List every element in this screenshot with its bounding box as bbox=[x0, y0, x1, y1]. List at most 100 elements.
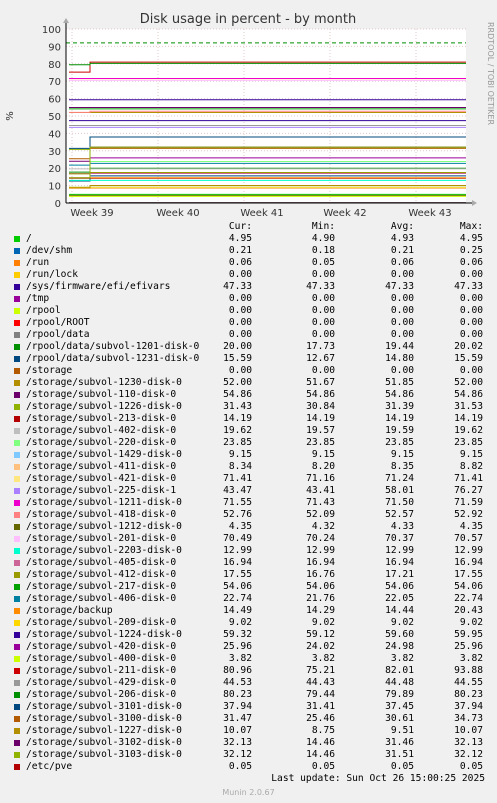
legend-swatch bbox=[14, 716, 20, 722]
legend-max-value: 47.33 bbox=[454, 281, 483, 292]
legend-swatch bbox=[14, 668, 20, 674]
legend-cur-value: 9.02 bbox=[228, 617, 252, 628]
legend-swatch bbox=[14, 500, 20, 506]
legend-min-value: 43.41 bbox=[306, 485, 335, 496]
legend-avg-value: 31.51 bbox=[385, 749, 414, 760]
legend-header: Cur: Min: Avg: Max: bbox=[10, 221, 490, 233]
legend-row: /storage/subvol-420-disk-0 25.96 24.02 24.9… bbox=[10, 641, 490, 653]
legend-series-name: /storage/subvol-1212-disk-0 bbox=[26, 521, 182, 532]
legend-row: /storage/subvol-206-disk-0 80.23 79.44 79.8… bbox=[10, 689, 490, 701]
legend-max-value: 20.02 bbox=[454, 341, 483, 352]
legend-series-name: /storage/subvol-1211-disk-0 bbox=[26, 497, 182, 508]
legend-cur-value: 32.12 bbox=[223, 749, 252, 760]
legend-avg-value: 44.48 bbox=[385, 677, 414, 688]
legend-avg-value: 24.98 bbox=[385, 641, 414, 652]
legend-swatch bbox=[14, 464, 20, 470]
legend-swatch bbox=[14, 752, 20, 758]
legend-cur-value: 15.59 bbox=[223, 353, 252, 364]
legend-min-value: 54.86 bbox=[306, 389, 335, 400]
legend-min-value: 16.76 bbox=[306, 569, 335, 580]
legend-cur-value: 71.55 bbox=[223, 497, 252, 508]
legend-swatch bbox=[14, 248, 20, 254]
legend-avg-value: 9.15 bbox=[390, 449, 414, 460]
legend-series-name: /etc/pve bbox=[26, 761, 73, 772]
legend-row: / 4.95 4.90 4.93 4.95 bbox=[10, 233, 490, 245]
legend-series-name: /storage/subvol-1224-disk-0 bbox=[26, 629, 182, 640]
legend-min-value: 0.05 bbox=[311, 761, 335, 772]
legend-min-value: 8.75 bbox=[311, 725, 335, 736]
legend-row: /storage/subvol-1212-disk-0 4.35 4.32 4.33 4… bbox=[10, 521, 490, 533]
legend-series-name: /storage/subvol-411-disk-0 bbox=[26, 461, 177, 472]
legend-max-value: 8.82 bbox=[459, 461, 483, 472]
legend-swatch bbox=[14, 704, 20, 710]
legend-row: /storage/subvol-2203-disk-0 12.99 12.99 12.… bbox=[10, 545, 490, 557]
legend-cur-value: 9.15 bbox=[228, 449, 252, 460]
legend-series-name: /storage/subvol-420-disk-0 bbox=[26, 641, 177, 652]
legend-row: /storage/subvol-110-disk-0 54.86 54.86 54.8… bbox=[10, 389, 490, 401]
legend-min-value: 14.29 bbox=[306, 605, 335, 616]
legend-min-value: 30.84 bbox=[306, 401, 335, 412]
legend-min-value: 70.24 bbox=[306, 533, 335, 544]
last-update: Last update: Sun Oct 26 15:00:25 2025 bbox=[271, 773, 485, 784]
legend-swatch bbox=[14, 656, 20, 662]
y-tick-label: 30 bbox=[48, 147, 61, 158]
legend-row: /storage/subvol-406-disk-0 22.74 21.76 22.0… bbox=[10, 593, 490, 605]
legend-max-value: 19.62 bbox=[454, 425, 483, 436]
legend-swatch bbox=[14, 548, 20, 554]
legend-swatch bbox=[14, 416, 20, 422]
legend-series-name: /rpool/data/subvol-1201-disk-0 bbox=[26, 341, 200, 352]
legend-swatch bbox=[14, 344, 20, 350]
legend-series-name: /rpool/ROOT bbox=[26, 317, 90, 328]
legend-min-value: 14.19 bbox=[306, 413, 335, 424]
legend-row: /storage/subvol-1227-disk-0 10.07 8.75 9.51… bbox=[10, 725, 490, 737]
legend-cur-value: 31.43 bbox=[223, 401, 252, 412]
legend-row: /storage/subvol-225-disk-1 43.47 43.41 58.0… bbox=[10, 485, 490, 497]
legend-row: /storage/subvol-405-disk-0 16.94 16.94 16.9… bbox=[10, 557, 490, 569]
legend-cur-value: 80.96 bbox=[223, 665, 252, 676]
legend-swatch bbox=[14, 488, 20, 494]
legend-cur-value: 0.00 bbox=[228, 293, 252, 304]
legend-cur-value: 4.35 bbox=[228, 521, 252, 532]
legend-series-name: /storage/subvol-201-disk-0 bbox=[26, 533, 177, 544]
y-tick-label: 10 bbox=[48, 182, 61, 193]
legend-min-value: 14.46 bbox=[306, 749, 335, 760]
legend-row: /storage/subvol-211-disk-0 80.96 75.21 82.0… bbox=[10, 665, 490, 677]
legend-row: /sys/firmware/efi/efivars 47.33 47.33 47.33… bbox=[10, 281, 490, 293]
legend-max-value: 0.00 bbox=[459, 269, 483, 280]
legend-avg-value: 58.01 bbox=[385, 485, 414, 496]
legend-cur-value: 44.53 bbox=[223, 677, 252, 688]
legend-min-value: 47.33 bbox=[306, 281, 335, 292]
legend-row: /storage/subvol-220-disk-0 23.85 23.85 23.8… bbox=[10, 437, 490, 449]
legend-swatch bbox=[14, 368, 20, 374]
legend-min-value: 0.00 bbox=[311, 317, 335, 328]
legend-min-value: 23.85 bbox=[306, 437, 335, 448]
legend-swatch bbox=[14, 428, 20, 434]
legend-min-value: 12.99 bbox=[306, 545, 335, 556]
legend-min-value: 75.21 bbox=[306, 665, 335, 676]
legend-max-value: 0.00 bbox=[459, 317, 483, 328]
legend-min-value: 54.06 bbox=[306, 581, 335, 592]
legend-max-value: 9.02 bbox=[459, 617, 483, 628]
legend-series-name: /storage/subvol-3100-disk-0 bbox=[26, 713, 182, 724]
legend-series-name: /storage/subvol-1227-disk-0 bbox=[26, 725, 182, 736]
legend-cur-value: 0.00 bbox=[228, 305, 252, 316]
legend-row: /storage/subvol-429-disk-0 44.53 44.43 44.4… bbox=[10, 677, 490, 689]
legend-max-value: 59.95 bbox=[454, 629, 483, 640]
legend-avg-value: 0.21 bbox=[390, 245, 414, 256]
chart-legend: Cur: Min: Avg: Max: / 4.95 4.90 4.93 4.95/dev/sh… bbox=[10, 221, 490, 773]
legend-min-value: 24.02 bbox=[306, 641, 335, 652]
legend-row: /rpool/data/subvol-1231-disk-0 15.59 12.67… bbox=[10, 353, 490, 365]
legend-swatch bbox=[14, 404, 20, 410]
legend-swatch bbox=[14, 692, 20, 698]
legend-avg-value: 12.99 bbox=[385, 545, 414, 556]
legend-series-name: /storage/subvol-421-disk-0 bbox=[26, 473, 177, 484]
legend-avg-value: 59.60 bbox=[385, 629, 414, 640]
legend-cur-value: 70.49 bbox=[223, 533, 252, 544]
legend-max-value: 12.99 bbox=[454, 545, 483, 556]
legend-series-name: /storage/subvol-402-disk-0 bbox=[26, 425, 177, 436]
legend-cur-value: 16.94 bbox=[223, 557, 252, 568]
x-tick-label: Week 42 bbox=[323, 208, 366, 219]
legend-row: /rpool 0.00 0.00 0.00 0.00 bbox=[10, 305, 490, 317]
legend-row: /rpool/data/subvol-1201-disk-0 20.00 17.73… bbox=[10, 341, 490, 353]
legend-min-value: 0.00 bbox=[311, 269, 335, 280]
